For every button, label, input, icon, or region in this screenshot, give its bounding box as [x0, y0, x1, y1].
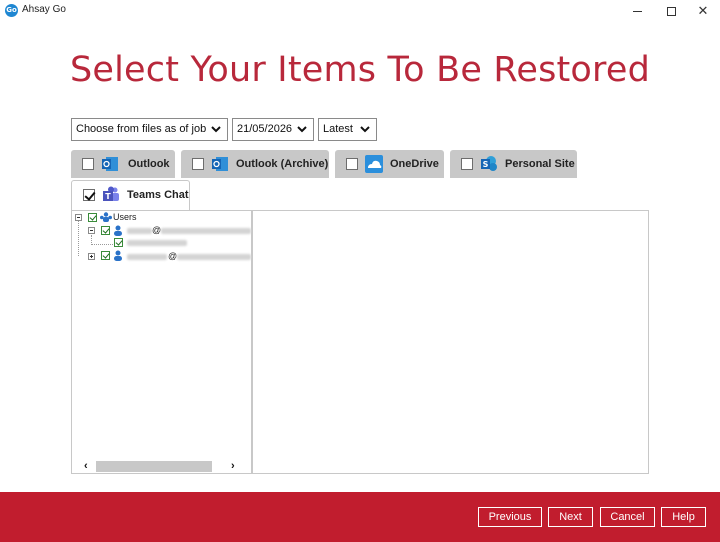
tree-node-users-label[interactable]: Users	[113, 211, 137, 223]
outlook-icon	[102, 157, 118, 171]
scroll-right-arrow-icon[interactable]: ›	[231, 460, 235, 473]
footer-bar: Previous Next Cancel Help	[0, 492, 720, 542]
outlook-archive-icon	[212, 157, 228, 171]
restore-mode-value: Choose from files as of job	[76, 123, 207, 135]
tab-outlook-label: Outlook	[128, 158, 170, 170]
minimize-icon	[632, 10, 642, 12]
svg-text:S: S	[483, 160, 489, 169]
redacted-text	[127, 228, 152, 234]
redacted-text	[161, 228, 251, 234]
user-email-at: @	[168, 251, 178, 261]
tab-onedrive-checkbox[interactable]	[346, 158, 358, 170]
tree-connector	[78, 220, 79, 256]
tab-outlook-checkbox[interactable]	[82, 158, 94, 170]
help-button[interactable]: Help	[661, 507, 706, 527]
window-title: Ahsay Go	[22, 4, 66, 15]
user-checkbox[interactable]	[101, 226, 110, 235]
job-date-value: 21/05/2026	[237, 123, 293, 135]
tab-personal-site[interactable]: S Personal Site	[450, 150, 577, 178]
redacted-text	[127, 240, 187, 246]
close-button[interactable]: ✕	[686, 0, 720, 22]
tab-outlook-archive-checkbox[interactable]	[192, 158, 204, 170]
sharepoint-icon: S	[481, 156, 497, 171]
tab-teams-chat-checkbox[interactable]	[83, 189, 95, 201]
tab-personal-site-label: Personal Site	[505, 158, 575, 170]
item-detail-panel[interactable]	[252, 210, 649, 474]
user-email-separator: @	[152, 224, 161, 236]
chevron-down-icon	[297, 126, 307, 133]
tab-onedrive[interactable]: OneDrive	[335, 150, 444, 178]
title-bar: Go Ahsay Go ✕	[0, 0, 720, 22]
job-version-select[interactable]: Latest	[318, 118, 377, 141]
users-checkbox[interactable]	[88, 213, 97, 222]
maximize-icon	[666, 6, 676, 16]
svg-text:T: T	[105, 192, 111, 201]
tab-outlook-archive-label: Outlook (Archive)	[236, 158, 329, 170]
teams-chat-node-checkbox[interactable]	[114, 238, 123, 247]
users-label-text: Users	[113, 212, 137, 222]
tree-horizontal-scrollbar[interactable]: ‹ ›	[72, 460, 250, 473]
onedrive-icon	[365, 155, 383, 173]
job-date-select[interactable]: 21/05/2026	[232, 118, 314, 141]
folder-tree-panel[interactable]: Users @ @	[71, 210, 252, 474]
tree-expand-toggle[interactable]	[88, 253, 95, 260]
tree-collapse-toggle[interactable]	[88, 227, 95, 234]
tab-personal-site-checkbox[interactable]	[461, 158, 473, 170]
tree-collapse-toggle[interactable]	[75, 214, 82, 221]
previous-button[interactable]: Previous	[478, 507, 542, 527]
user-icon	[114, 250, 122, 261]
user-icon	[114, 225, 122, 236]
user-checkbox[interactable]	[101, 251, 110, 260]
chevron-down-icon	[211, 126, 221, 133]
next-button[interactable]: Next	[548, 507, 593, 527]
restore-mode-select[interactable]: Choose from files as of job	[71, 118, 228, 141]
tab-outlook[interactable]: Outlook	[71, 150, 175, 178]
cancel-button[interactable]: Cancel	[600, 507, 655, 527]
tab-outlook-archive[interactable]: Outlook (Archive)	[181, 150, 329, 178]
tab-teams-chat-label: Teams Chat	[127, 189, 189, 201]
tree-connector	[92, 244, 115, 245]
job-version-value: Latest	[323, 123, 353, 135]
user-email-separator: @	[168, 250, 177, 262]
maximize-button[interactable]	[654, 0, 688, 22]
scroll-left-arrow-icon[interactable]: ‹	[84, 460, 88, 473]
app-logo-icon: Go	[5, 4, 18, 17]
redacted-text	[177, 254, 251, 260]
teams-icon: T	[103, 186, 119, 201]
user-email-at: @	[152, 225, 162, 235]
page-title: Select Your Items To Be Restored	[69, 50, 651, 90]
scrollbar-thumb[interactable]	[96, 461, 212, 472]
close-icon: ✕	[697, 3, 709, 18]
users-group-icon	[100, 212, 112, 222]
tab-teams-chat[interactable]: T Teams Chat	[71, 180, 190, 210]
redacted-text	[127, 254, 167, 260]
chevron-down-icon	[360, 126, 370, 133]
minimize-button[interactable]	[620, 0, 654, 22]
tab-onedrive-label: OneDrive	[390, 158, 439, 170]
